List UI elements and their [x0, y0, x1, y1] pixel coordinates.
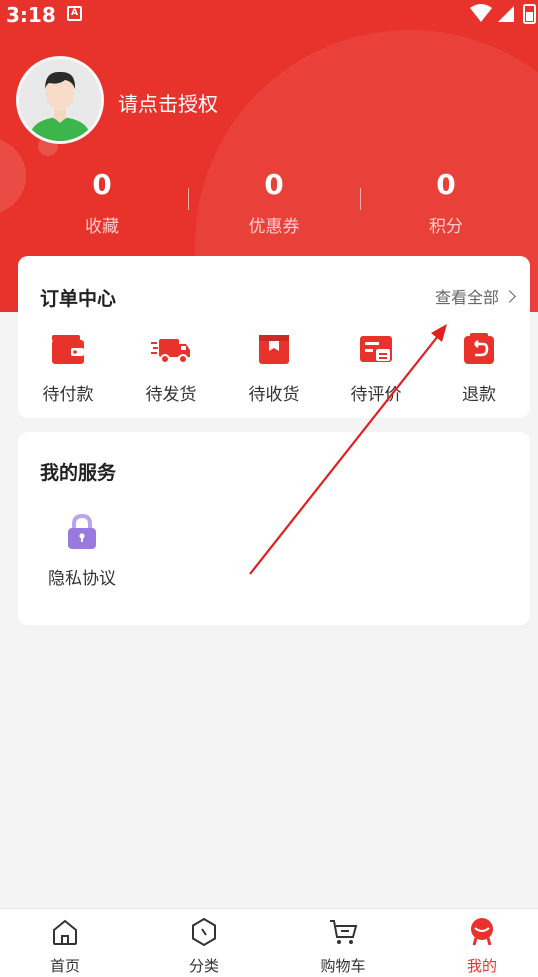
order-item-label: 待收货 — [248, 385, 300, 405]
order-refund[interactable]: 退款 — [434, 332, 524, 405]
stat-favorites[interactable]: 0 收藏 — [22, 168, 182, 237]
chevron-right-icon — [503, 290, 516, 303]
lock-icon — [68, 513, 96, 549]
wifi-icon — [470, 4, 492, 22]
stat-label: 优惠券 — [248, 217, 300, 237]
order-pending-shipment[interactable]: 待发货 — [126, 332, 216, 405]
order-item-label: 待付款 — [42, 385, 94, 405]
tab-label: 首页 — [49, 957, 80, 975]
tab-profile[interactable]: 我的 — [432, 917, 532, 976]
view-all-label: 查看全部 — [434, 288, 499, 307]
category-icon — [192, 917, 216, 947]
privacy-agreement-item[interactable]: 隐私协议 — [32, 513, 132, 589]
stat-coupons[interactable]: 0 优惠券 — [194, 168, 354, 237]
stat-points[interactable]: 0 积分 — [366, 168, 526, 237]
wallet-icon — [52, 335, 84, 364]
stat-value: 0 — [436, 168, 456, 201]
refund-icon — [464, 333, 494, 364]
order-item-label: 待发货 — [145, 385, 197, 405]
service-item-label: 隐私协议 — [48, 569, 116, 589]
status-time: 3:18 — [6, 3, 56, 27]
avatar-person-icon — [19, 59, 101, 141]
order-item-label: 待评价 — [350, 385, 402, 405]
stat-label: 收藏 — [85, 217, 119, 237]
tab-home[interactable]: 首页 — [15, 917, 115, 976]
tab-label: 分类 — [188, 957, 219, 975]
review-icon — [360, 336, 392, 362]
tab-label: 我的 — [466, 957, 497, 975]
order-pending-payment[interactable]: 待付款 — [23, 332, 113, 405]
stat-divider — [360, 188, 361, 210]
view-all-orders-link[interactable]: 查看全部 — [434, 284, 516, 308]
services-title: 我的服务 — [40, 462, 117, 484]
truck-icon — [151, 339, 190, 364]
tab-label: 购物车 — [320, 957, 366, 975]
package-icon — [259, 335, 289, 364]
bottom-tab-bar: 首页 分类 购物车 我的 — [0, 908, 538, 977]
order-item-label: 退款 — [462, 385, 496, 405]
status-bar: 3:18 A — [0, 0, 538, 30]
login-prompt[interactable]: 请点击授权 — [118, 88, 218, 117]
signal-icon — [498, 6, 514, 22]
tab-category[interactable]: 分类 — [154, 917, 254, 976]
profile-icon — [471, 918, 493, 946]
stat-label: 积分 — [429, 217, 463, 237]
system-status-icons — [470, 4, 536, 24]
cart-icon — [330, 920, 358, 944]
avatar[interactable] — [16, 56, 104, 144]
tab-cart[interactable]: 购物车 — [293, 917, 393, 976]
order-center-title: 订单中心 — [40, 288, 117, 310]
order-pending-review[interactable]: 待评价 — [331, 332, 421, 405]
notification-icon: A — [67, 6, 82, 21]
stat-divider — [188, 188, 189, 210]
order-pending-receipt[interactable]: 待收货 — [229, 332, 319, 405]
order-center-card: 订单中心 查看全部 待付款 待发货 待收货 待评价 退款 — [18, 256, 530, 418]
my-services-card: 我的服务 隐私协议 — [18, 432, 530, 625]
home-icon — [53, 919, 77, 945]
stat-value: 0 — [92, 168, 112, 201]
stat-value: 0 — [264, 168, 284, 201]
